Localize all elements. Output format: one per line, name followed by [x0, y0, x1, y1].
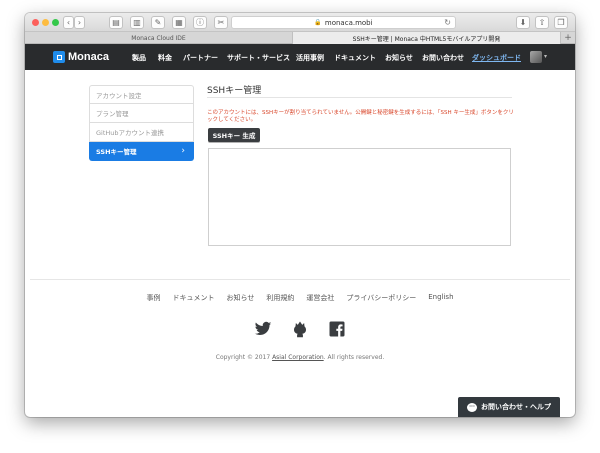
sidebar-item-ssh-key[interactable]: SSHキー管理 ›: [89, 142, 194, 161]
reader-icon: ▥: [133, 17, 141, 27]
site-navbar: Monaca 製品 料金 パートナー サポート・サービス 活用事例 ドキュメント…: [25, 44, 575, 70]
bookmark-icon: ▦: [175, 17, 183, 27]
plus-icon: +: [564, 32, 572, 43]
nav-support[interactable]: サポート・サービス: [227, 53, 290, 63]
tabs-icon: ❐: [557, 17, 565, 27]
nav-cases[interactable]: 活用事例: [296, 53, 324, 63]
share-icon: ⇧: [538, 17, 546, 27]
github-icon[interactable]: [291, 320, 309, 338]
browser-window: ‹ › ▤ ▥ ✎ ▦ ⓘ ✂ 🔒 monaca.mobi ↻ ⬇ ⇧ ❐ Mo…: [25, 13, 575, 417]
tab-bar: Monaca Cloud IDE SSHキー管理 | Monaca 中HTML5…: [25, 32, 575, 44]
copyright: Copyright © 2017 Asial Corporation. All …: [25, 354, 575, 361]
help-label: お問い合わせ・ヘルプ: [481, 403, 551, 411]
facebook-icon[interactable]: [328, 320, 346, 338]
sidebar-item-account-settings[interactable]: アカウント設定: [89, 85, 194, 104]
footer-link-cases[interactable]: 事例: [146, 293, 160, 303]
no-key-message: このアカウントには、SSHキーが割り当てられていません。公開鍵と秘密鍵を生成する…: [207, 110, 514, 123]
nav-pricing[interactable]: 料金: [158, 53, 172, 63]
avatar[interactable]: [530, 51, 542, 63]
nav-docs[interactable]: ドキュメント: [334, 53, 376, 63]
pencil-icon: ✎: [154, 17, 162, 27]
nav-news[interactable]: お知らせ: [385, 53, 413, 63]
address-text: monaca.mobi: [324, 18, 373, 27]
tools-icon: ✂: [217, 17, 225, 27]
reader-button[interactable]: ▥: [130, 16, 144, 29]
sidebar-item-label: プラン管理: [96, 110, 129, 118]
sidebar-icon: ▤: [112, 17, 120, 27]
generate-ssh-key-button[interactable]: SSHキー 生成: [208, 128, 260, 142]
reload-icon[interactable]: ↻: [444, 18, 451, 27]
copyright-suffix: . All rights reserved.: [323, 354, 385, 361]
browser-toolbar: ‹ › ▤ ▥ ✎ ▦ ⓘ ✂ 🔒 monaca.mobi ↻ ⬇ ⇧ ❐: [25, 13, 575, 32]
account-sidebar: アカウント設定 プラン管理 GitHubアカウント連携 SSHキー管理 ›: [89, 85, 194, 161]
nav-contact[interactable]: お問い合わせ: [422, 53, 464, 63]
chevron-right-icon: ›: [181, 146, 185, 156]
footer-link-english[interactable]: English: [428, 293, 453, 303]
tab-label: Monaca Cloud IDE: [131, 34, 186, 42]
sidebar-item-plan[interactable]: プラン管理: [89, 104, 194, 123]
page-title: SSHキー管理: [207, 86, 262, 96]
monaca-logo[interactable]: Monaca: [53, 51, 109, 63]
downloads-button[interactable]: ⬇: [516, 16, 530, 29]
footer-link-terms[interactable]: 利用規約: [266, 293, 294, 303]
footer-links: 事例 ドキュメント お知らせ 利用規約 運営会社 プライバシーポリシー Engl…: [25, 293, 575, 303]
tab-label: SSHキー管理 | Monaca 中HTML5モバイルアプリ開発: [352, 35, 501, 43]
back-button[interactable]: ‹: [63, 16, 74, 29]
sidebar-item-label: SSHキー管理: [96, 148, 137, 156]
ssh-key-textarea[interactable]: [208, 148, 511, 246]
nav-dashboard[interactable]: ダッシュボード: [472, 53, 521, 63]
tools-button[interactable]: ✂: [214, 16, 228, 29]
download-icon: ⬇: [519, 17, 527, 27]
footer-link-news[interactable]: お知らせ: [226, 293, 254, 303]
edit-button[interactable]: ✎: [151, 16, 165, 29]
caret-down-icon[interactable]: ▾: [544, 53, 547, 60]
sidebar-item-label: アカウント設定: [96, 91, 142, 100]
twitter-icon[interactable]: [254, 320, 272, 338]
logo-text: Monaca: [68, 51, 109, 63]
sidebar-item-github[interactable]: GitHubアカウント連携: [89, 123, 194, 142]
new-tab-button[interactable]: +: [561, 32, 575, 43]
monaca-logo-icon: [53, 51, 65, 63]
help-contact-button[interactable]: ··· お問い合わせ・ヘルプ: [458, 397, 560, 417]
address-bar[interactable]: 🔒 monaca.mobi ↻: [231, 16, 456, 29]
company-link[interactable]: Asial Corporation: [272, 354, 324, 361]
tab-ssh-key[interactable]: SSHキー管理 | Monaca 中HTML5モバイルアプリ開発: [293, 32, 561, 44]
lock-icon: 🔒: [314, 19, 322, 26]
chat-bubble-icon: ···: [467, 402, 477, 412]
share-button[interactable]: ⇧: [535, 16, 549, 29]
sidebar-item-label: GitHubアカウント連携: [96, 129, 165, 137]
sidebar-button[interactable]: ▤: [109, 16, 123, 29]
forward-button[interactable]: ›: [74, 16, 85, 29]
footer-link-docs[interactable]: ドキュメント: [172, 293, 214, 303]
footer-link-privacy[interactable]: プライバシーポリシー: [346, 293, 416, 303]
nav-products[interactable]: 製品: [132, 53, 146, 63]
info-icon: ⓘ: [196, 17, 204, 27]
chevron-right-icon: ›: [77, 17, 82, 27]
tab-monaca-ide[interactable]: Monaca Cloud IDE: [25, 32, 293, 44]
tabs-button[interactable]: ❐: [554, 16, 568, 29]
close-window-icon[interactable]: [32, 19, 39, 26]
zoom-window-icon[interactable]: [52, 19, 59, 26]
footer-link-company[interactable]: 運営会社: [306, 293, 334, 303]
nav-partners[interactable]: パートナー: [183, 53, 218, 63]
footer-divider: [30, 279, 570, 280]
chevron-left-icon: ‹: [66, 17, 71, 27]
copyright-prefix: Copyright © 2017: [215, 354, 271, 361]
title-divider: [207, 97, 512, 98]
info-button[interactable]: ⓘ: [193, 16, 207, 29]
bookmark-button[interactable]: ▦: [172, 16, 186, 29]
minimize-window-icon[interactable]: [42, 19, 49, 26]
